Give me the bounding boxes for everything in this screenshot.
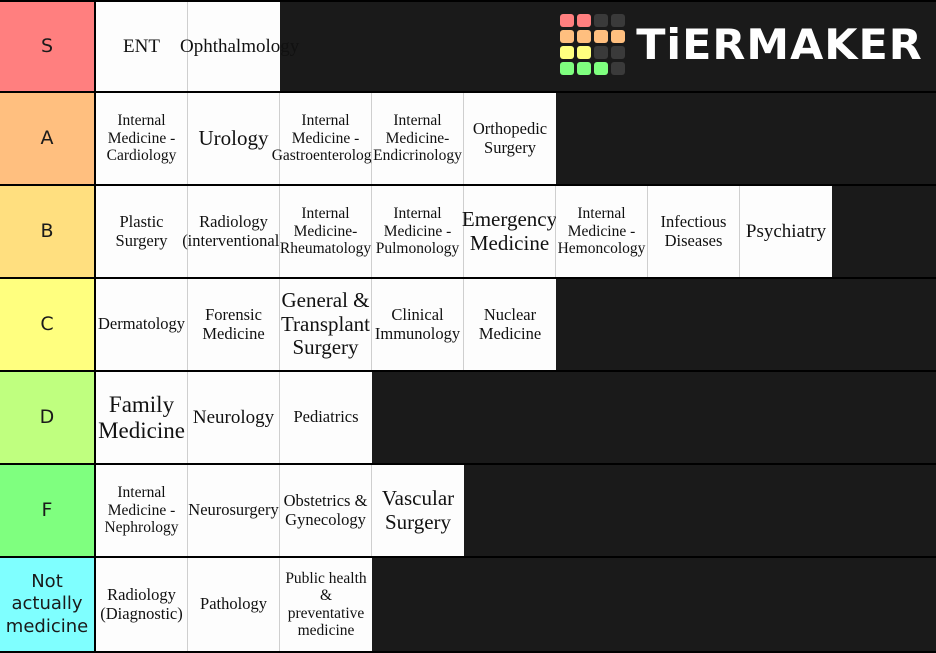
tier-item[interactable]: General & Transplant Surgery (280, 279, 372, 370)
tier-item[interactable]: Forensic Medicine (188, 279, 280, 370)
tier-item[interactable]: Internal Medicine - Pulmonology (372, 186, 464, 277)
tier-label[interactable]: D (0, 372, 96, 463)
tier-item[interactable]: Pediatrics (280, 372, 372, 463)
tier-item-label: General & Transplant Surgery (280, 288, 371, 360)
tier-item[interactable]: Dermatology (96, 279, 188, 370)
tier-items-container[interactable]: Radiology (Diagnostic) Pathology Public he… (96, 558, 936, 651)
tier-item[interactable]: Internal Medicine- Endicrinology (372, 93, 464, 184)
tier-item-label: ENT (123, 35, 160, 57)
tier-item-label: Family Medicine (98, 391, 185, 443)
tier-row: C Dermatology Forensic Medicine General & T… (0, 279, 936, 372)
tier-item[interactable]: Psychiatry (740, 186, 832, 277)
tier-item-label: Internal Medicine- Endicrinology (373, 112, 462, 165)
tier-item-label: Vascular Surgery (381, 485, 455, 534)
tier-item-label: Plastic Surgery (115, 212, 168, 250)
tier-item-label: Pathology (200, 594, 267, 614)
tier-item[interactable]: Urology (188, 93, 280, 184)
tier-item[interactable]: Internal Medicine- Rheumatology (280, 186, 372, 277)
tier-item-label: Neurology (192, 406, 275, 428)
tier-row: Not actually medicine Radiology (Diagnost… (0, 558, 936, 653)
tier-item[interactable]: Public health & preventative medicine (280, 558, 372, 651)
tier-item-label: Infectious Diseases (660, 212, 727, 250)
tier-item[interactable]: Radiology (interventional) (182, 186, 285, 277)
tier-item[interactable]: Nuclear Medicine (464, 279, 556, 370)
tier-item-label: Radiology (Diagnostic) (100, 585, 183, 623)
tier-item[interactable]: Internal Medicine - Gastroenterology (272, 93, 379, 184)
tier-items-container[interactable]: Plastic Surgery Radiology (interventional… (96, 186, 936, 277)
tier-item[interactable]: Internal Medicine - Hemoncology (556, 186, 648, 277)
tier-row: A Internal Medicine - Cardiology Urology In… (0, 93, 936, 186)
tier-row: B Plastic Surgery Radiology (interventiona… (0, 186, 936, 279)
tier-items-container[interactable]: ENT Ophthalmology (96, 2, 936, 91)
tier-item[interactable]: Family Medicine (96, 372, 188, 463)
tier-items-container[interactable]: Dermatology Forensic Medicine General & Tr… (96, 279, 936, 370)
tier-item-label: Internal Medicine- Rheumatology (279, 205, 372, 258)
tier-item-label: Neurosurgery (188, 500, 279, 520)
tier-item-label: Internal Medicine - Hemoncology (557, 205, 646, 258)
tier-label[interactable]: Not actually medicine (0, 558, 96, 651)
tier-item[interactable]: Pathology (188, 558, 280, 651)
tier-item[interactable]: Neurology (188, 372, 280, 463)
tier-item-label: Pediatrics (293, 407, 359, 427)
tier-label[interactable]: F (0, 465, 96, 556)
tier-items-container[interactable]: Internal Medicine - Cardiology Urology Int… (96, 93, 936, 184)
tier-label[interactable]: C (0, 279, 96, 370)
tier-item[interactable]: Radiology (Diagnostic) (96, 558, 188, 651)
tier-item-label: Internal Medicine - Cardiology (106, 112, 177, 165)
tier-item-label: Obstetrics & Gynecology (283, 491, 368, 529)
tier-items-container[interactable]: Internal Medicine - Nephrology Neurosurge… (96, 465, 936, 556)
tier-item-label: Ophthalmology (180, 35, 300, 57)
tier-item-label: Forensic Medicine (202, 305, 265, 343)
tier-item[interactable]: Clinical Immunology (372, 279, 464, 370)
tier-label[interactable]: S (0, 2, 96, 91)
tier-item-label: Dermatology (97, 314, 186, 334)
tier-item[interactable]: Emergency Medicine (461, 186, 558, 277)
tier-item-label: Urology (198, 125, 269, 150)
tier-item-label: Internal Medicine - Gastroenterology (271, 112, 380, 165)
tier-item-label: Radiology (interventional) (182, 212, 285, 250)
tier-row: S ENT Ophthalmology (0, 0, 936, 93)
tier-list-board: TiERMAKER S ENT Ophthalmology A Internal Med… (0, 0, 936, 653)
tier-item[interactable]: Vascular Surgery (372, 465, 464, 556)
tier-row: F Internal Medicine - Nephrology Neurosurg… (0, 465, 936, 558)
tier-item[interactable]: Infectious Diseases (648, 186, 740, 277)
tier-item-label: Clinical Immunology (374, 305, 461, 343)
tier-rows-container: S ENT Ophthalmology A Internal Medicine - Ca… (0, 0, 936, 653)
tier-items-container[interactable]: Family Medicine Neurology Pediatrics (96, 372, 936, 463)
tier-item[interactable]: Neurosurgery (188, 465, 280, 556)
tier-item-label: Internal Medicine - Nephrology (104, 484, 179, 537)
tier-row: D Family Medicine Neurology Pediatrics (0, 372, 936, 465)
tier-item-label: Internal Medicine - Pulmonology (375, 205, 460, 258)
tier-item-label: Emergency Medicine (461, 206, 558, 255)
tier-item-label: Orthopedic Surgery (472, 119, 548, 157)
tier-label[interactable]: A (0, 93, 96, 184)
tier-item[interactable]: Orthopedic Surgery (464, 93, 556, 184)
tier-item-label: Psychiatry (745, 220, 827, 242)
tier-item[interactable]: Ophthalmology (180, 2, 299, 91)
tier-item[interactable]: Internal Medicine - Nephrology (96, 465, 188, 556)
tier-item[interactable]: Plastic Surgery (96, 186, 188, 277)
tier-item[interactable]: ENT (96, 2, 188, 91)
tier-item-label: Public health & preventative medicine (285, 569, 367, 639)
tier-item-label: Nuclear Medicine (478, 305, 542, 343)
tier-item[interactable]: Obstetrics & Gynecology (280, 465, 372, 556)
tier-item[interactable]: Internal Medicine - Cardiology (96, 93, 188, 184)
tier-label[interactable]: B (0, 186, 96, 277)
